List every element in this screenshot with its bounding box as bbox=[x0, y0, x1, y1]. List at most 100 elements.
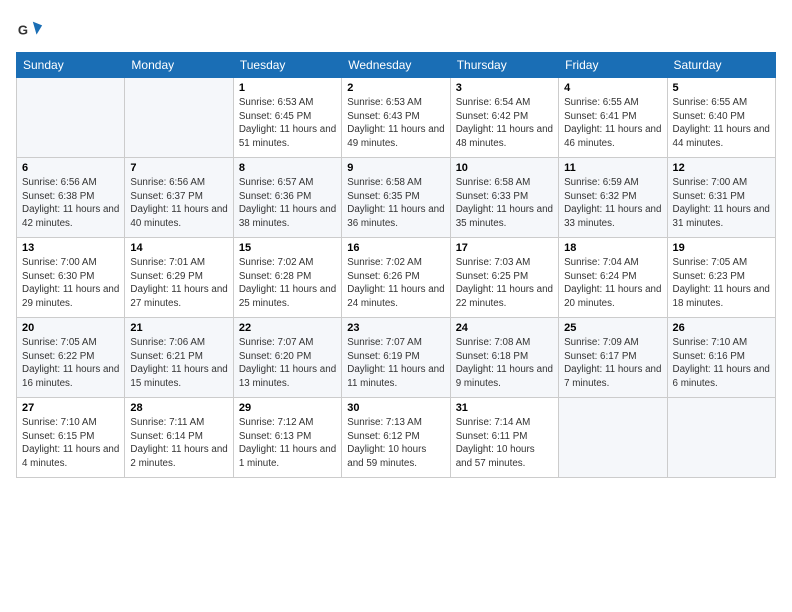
calendar-cell bbox=[559, 398, 667, 478]
calendar-cell bbox=[667, 398, 775, 478]
weekday-header-wednesday: Wednesday bbox=[342, 53, 450, 78]
day-detail: Sunrise: 7:10 AM Sunset: 6:15 PM Dayligh… bbox=[22, 416, 119, 471]
day-number: 12 bbox=[673, 162, 770, 174]
day-number: 25 bbox=[564, 322, 661, 334]
day-number: 31 bbox=[456, 402, 553, 414]
day-detail: Sunrise: 6:55 AM Sunset: 6:40 PM Dayligh… bbox=[673, 96, 770, 151]
calendar-cell: 6 Sunrise: 6:56 AM Sunset: 6:38 PM Daylig… bbox=[17, 158, 125, 238]
calendar-cell: 16Sunrise: 7:02 AM Sunset: 6:26 PM Dayli… bbox=[342, 238, 450, 318]
day-number: 9 bbox=[347, 162, 444, 174]
day-detail: Sunrise: 7:04 AM Sunset: 6:24 PM Dayligh… bbox=[564, 256, 661, 311]
calendar-cell: 5 Sunrise: 6:55 AM Sunset: 6:40 PM Daylig… bbox=[667, 78, 775, 158]
day-detail: Sunrise: 7:00 AM Sunset: 6:30 PM Dayligh… bbox=[22, 256, 119, 311]
day-detail: Sunrise: 7:10 AM Sunset: 6:16 PM Dayligh… bbox=[673, 336, 770, 391]
calendar-table: SundayMondayTuesdayWednesdayThursdayFrid… bbox=[16, 52, 776, 478]
day-number: 16 bbox=[347, 242, 444, 254]
day-detail: Sunrise: 7:05 AM Sunset: 6:23 PM Dayligh… bbox=[673, 256, 770, 311]
logo-icon: G bbox=[16, 16, 44, 44]
day-detail: Sunrise: 6:56 AM Sunset: 6:38 PM Dayligh… bbox=[22, 176, 119, 231]
day-number: 30 bbox=[347, 402, 444, 414]
day-detail: Sunrise: 7:05 AM Sunset: 6:22 PM Dayligh… bbox=[22, 336, 119, 391]
calendar-cell: 14 Sunrise: 7:01 AM Sunset: 6:29 PM Dayli… bbox=[125, 238, 233, 318]
calendar-cell: 23 Sunrise: 7:07 AM Sunset: 6:19 PM Dayli… bbox=[342, 318, 450, 398]
day-number: 23 bbox=[347, 322, 444, 334]
weekday-header-thursday: Thursday bbox=[450, 53, 558, 78]
day-number: 7 bbox=[130, 162, 227, 174]
day-detail: Sunrise: 6:57 AM Sunset: 6:36 PM Dayligh… bbox=[239, 176, 336, 231]
calendar-cell: 13 Sunrise: 7:00 AM Sunset: 6:30 PM Dayli… bbox=[17, 238, 125, 318]
day-number: 5 bbox=[673, 82, 770, 94]
calendar-cell: 3Sunrise: 6:54 AM Sunset: 6:42 PM Daylig… bbox=[450, 78, 558, 158]
calendar-cell: 25 Sunrise: 7:09 AM Sunset: 6:17 PM Dayli… bbox=[559, 318, 667, 398]
calendar-cell: 21Sunrise: 7:06 AM Sunset: 6:21 PM Dayli… bbox=[125, 318, 233, 398]
calendar-week-4: 20 Sunrise: 7:05 AM Sunset: 6:22 PM Dayli… bbox=[17, 318, 776, 398]
weekday-header-tuesday: Tuesday bbox=[233, 53, 341, 78]
day-number: 18 bbox=[564, 242, 661, 254]
day-number: 20 bbox=[22, 322, 119, 334]
day-detail: Sunrise: 6:53 AM Sunset: 6:43 PM Dayligh… bbox=[347, 96, 444, 151]
day-detail: Sunrise: 7:07 AM Sunset: 6:20 PM Dayligh… bbox=[239, 336, 336, 391]
calendar-week-2: 6 Sunrise: 6:56 AM Sunset: 6:38 PM Daylig… bbox=[17, 158, 776, 238]
day-detail: Sunrise: 7:07 AM Sunset: 6:19 PM Dayligh… bbox=[347, 336, 444, 391]
weekday-header-saturday: Saturday bbox=[667, 53, 775, 78]
calendar-cell: 11 Sunrise: 6:59 AM Sunset: 6:32 PM Dayli… bbox=[559, 158, 667, 238]
day-number: 11 bbox=[564, 162, 661, 174]
logo: G bbox=[16, 16, 48, 44]
calendar-week-1: 1 Sunrise: 6:53 AM Sunset: 6:45 PM Daylig… bbox=[17, 78, 776, 158]
day-number: 22 bbox=[239, 322, 336, 334]
calendar-cell: 27 Sunrise: 7:10 AM Sunset: 6:15 PM Dayli… bbox=[17, 398, 125, 478]
page-header: G bbox=[16, 16, 776, 44]
day-detail: Sunrise: 7:08 AM Sunset: 6:18 PM Dayligh… bbox=[456, 336, 553, 391]
calendar-week-5: 27 Sunrise: 7:10 AM Sunset: 6:15 PM Dayli… bbox=[17, 398, 776, 478]
calendar-cell: 30 Sunrise: 7:13 AM Sunset: 6:12 PM Dayli… bbox=[342, 398, 450, 478]
calendar-cell: 22 Sunrise: 7:07 AM Sunset: 6:20 PM Dayli… bbox=[233, 318, 341, 398]
day-detail: Sunrise: 7:11 AM Sunset: 6:14 PM Dayligh… bbox=[130, 416, 227, 471]
day-detail: Sunrise: 7:01 AM Sunset: 6:29 PM Dayligh… bbox=[130, 256, 227, 311]
day-detail: Sunrise: 6:58 AM Sunset: 6:33 PM Dayligh… bbox=[456, 176, 553, 231]
day-number: 3 bbox=[456, 82, 553, 94]
day-detail: Sunrise: 6:58 AM Sunset: 6:35 PM Dayligh… bbox=[347, 176, 444, 231]
calendar-cell: 1 Sunrise: 6:53 AM Sunset: 6:45 PM Daylig… bbox=[233, 78, 341, 158]
calendar-cell: 28Sunrise: 7:11 AM Sunset: 6:14 PM Dayli… bbox=[125, 398, 233, 478]
day-detail: Sunrise: 6:55 AM Sunset: 6:41 PM Dayligh… bbox=[564, 96, 661, 151]
calendar-week-3: 13 Sunrise: 7:00 AM Sunset: 6:30 PM Dayli… bbox=[17, 238, 776, 318]
calendar-cell: 26 Sunrise: 7:10 AM Sunset: 6:16 PM Dayli… bbox=[667, 318, 775, 398]
day-detail: Sunrise: 7:12 AM Sunset: 6:13 PM Dayligh… bbox=[239, 416, 336, 471]
calendar-cell: 19 Sunrise: 7:05 AM Sunset: 6:23 PM Dayli… bbox=[667, 238, 775, 318]
day-detail: Sunrise: 7:13 AM Sunset: 6:12 PM Dayligh… bbox=[347, 416, 444, 471]
day-number: 26 bbox=[673, 322, 770, 334]
day-number: 8 bbox=[239, 162, 336, 174]
day-number: 14 bbox=[130, 242, 227, 254]
day-number: 10 bbox=[456, 162, 553, 174]
calendar-cell: 7 Sunrise: 6:56 AM Sunset: 6:37 PM Daylig… bbox=[125, 158, 233, 238]
calendar-cell: 9 Sunrise: 6:58 AM Sunset: 6:35 PM Daylig… bbox=[342, 158, 450, 238]
calendar-cell: 2 Sunrise: 6:53 AM Sunset: 6:43 PM Daylig… bbox=[342, 78, 450, 158]
day-detail: Sunrise: 7:09 AM Sunset: 6:17 PM Dayligh… bbox=[564, 336, 661, 391]
day-detail: Sunrise: 7:14 AM Sunset: 6:11 PM Dayligh… bbox=[456, 416, 553, 471]
day-number: 1 bbox=[239, 82, 336, 94]
calendar-cell: 12Sunrise: 7:00 AM Sunset: 6:31 PM Dayli… bbox=[667, 158, 775, 238]
day-detail: Sunrise: 6:53 AM Sunset: 6:45 PM Dayligh… bbox=[239, 96, 336, 151]
day-number: 6 bbox=[22, 162, 119, 174]
day-number: 27 bbox=[22, 402, 119, 414]
calendar-cell: 24Sunrise: 7:08 AM Sunset: 6:18 PM Dayli… bbox=[450, 318, 558, 398]
day-number: 21 bbox=[130, 322, 227, 334]
calendar-cell: 18 Sunrise: 7:04 AM Sunset: 6:24 PM Dayli… bbox=[559, 238, 667, 318]
calendar-cell: 29 Sunrise: 7:12 AM Sunset: 6:13 PM Dayli… bbox=[233, 398, 341, 478]
calendar-cell: 17Sunrise: 7:03 AM Sunset: 6:25 PM Dayli… bbox=[450, 238, 558, 318]
day-number: 15 bbox=[239, 242, 336, 254]
day-detail: Sunrise: 6:56 AM Sunset: 6:37 PM Dayligh… bbox=[130, 176, 227, 231]
day-number: 19 bbox=[673, 242, 770, 254]
day-detail: Sunrise: 7:02 AM Sunset: 6:28 PM Dayligh… bbox=[239, 256, 336, 311]
day-number: 2 bbox=[347, 82, 444, 94]
day-detail: Sunrise: 7:03 AM Sunset: 6:25 PM Dayligh… bbox=[456, 256, 553, 311]
weekday-header-row: SundayMondayTuesdayWednesdayThursdayFrid… bbox=[17, 53, 776, 78]
day-detail: Sunrise: 6:59 AM Sunset: 6:32 PM Dayligh… bbox=[564, 176, 661, 231]
day-number: 4 bbox=[564, 82, 661, 94]
weekday-header-sunday: Sunday bbox=[17, 53, 125, 78]
day-number: 29 bbox=[239, 402, 336, 414]
calendar-cell: 10 Sunrise: 6:58 AM Sunset: 6:33 PM Dayli… bbox=[450, 158, 558, 238]
svg-text:G: G bbox=[18, 23, 28, 38]
calendar-cell bbox=[17, 78, 125, 158]
day-number: 13 bbox=[22, 242, 119, 254]
